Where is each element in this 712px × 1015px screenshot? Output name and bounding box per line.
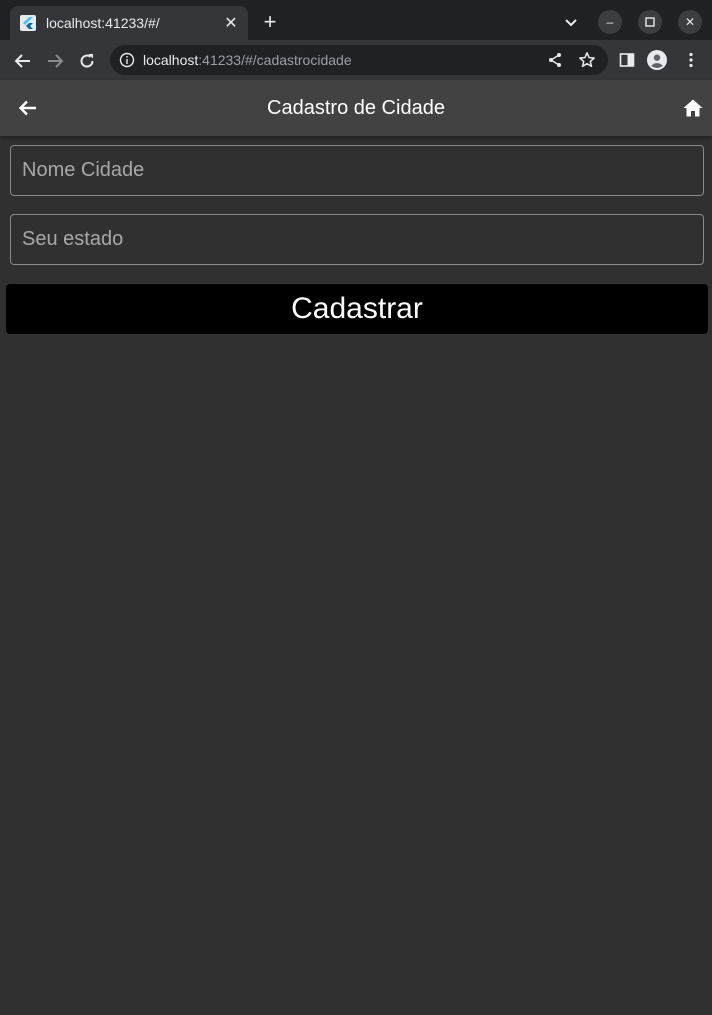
city-name-field[interactable] bbox=[10, 145, 704, 196]
address-url[interactable]: localhost:41233/#/cadastrocidade bbox=[143, 52, 352, 68]
tab-search-chevron-icon[interactable] bbox=[562, 14, 580, 32]
site-info-icon[interactable] bbox=[119, 52, 135, 68]
flutter-favicon-icon bbox=[20, 15, 36, 31]
share-icon[interactable] bbox=[545, 50, 565, 70]
state-input[interactable] bbox=[11, 215, 703, 264]
side-panel-icon[interactable] bbox=[617, 50, 637, 70]
app-page: Cadastro de Cidade Cadastrar bbox=[0, 80, 712, 1015]
state-field[interactable] bbox=[10, 214, 704, 265]
url-path: :41233/#/cadastrocidade bbox=[198, 52, 352, 68]
app-bar: Cadastro de Cidade bbox=[0, 80, 712, 136]
browser-forward-icon[interactable] bbox=[44, 50, 66, 72]
minimize-window-icon[interactable]: – bbox=[598, 10, 622, 34]
browser-reload-icon[interactable] bbox=[76, 50, 98, 72]
new-tab-plus-icon[interactable]: + bbox=[260, 11, 280, 33]
browser-tab-strip: localhost:41233/#/ ✕ + – ✕ bbox=[0, 0, 712, 40]
browser-menu-icon[interactable] bbox=[681, 50, 701, 70]
register-button[interactable]: Cadastrar bbox=[6, 284, 708, 334]
city-name-input[interactable] bbox=[11, 146, 703, 195]
url-host: localhost bbox=[143, 52, 199, 68]
browser-back-icon[interactable] bbox=[12, 50, 34, 72]
maximize-window-icon[interactable] bbox=[638, 10, 662, 34]
tab-title: localhost:41233/#/ bbox=[46, 15, 160, 31]
close-window-icon[interactable]: ✕ bbox=[678, 10, 702, 34]
tab-close-icon[interactable]: ✕ bbox=[222, 14, 240, 32]
profile-avatar-icon[interactable] bbox=[647, 50, 667, 70]
page-title: Cadastro de Cidade bbox=[267, 97, 445, 119]
home-icon[interactable] bbox=[682, 97, 704, 119]
browser-tab[interactable]: localhost:41233/#/ ✕ bbox=[10, 6, 248, 40]
bookmark-star-icon[interactable] bbox=[577, 50, 597, 70]
